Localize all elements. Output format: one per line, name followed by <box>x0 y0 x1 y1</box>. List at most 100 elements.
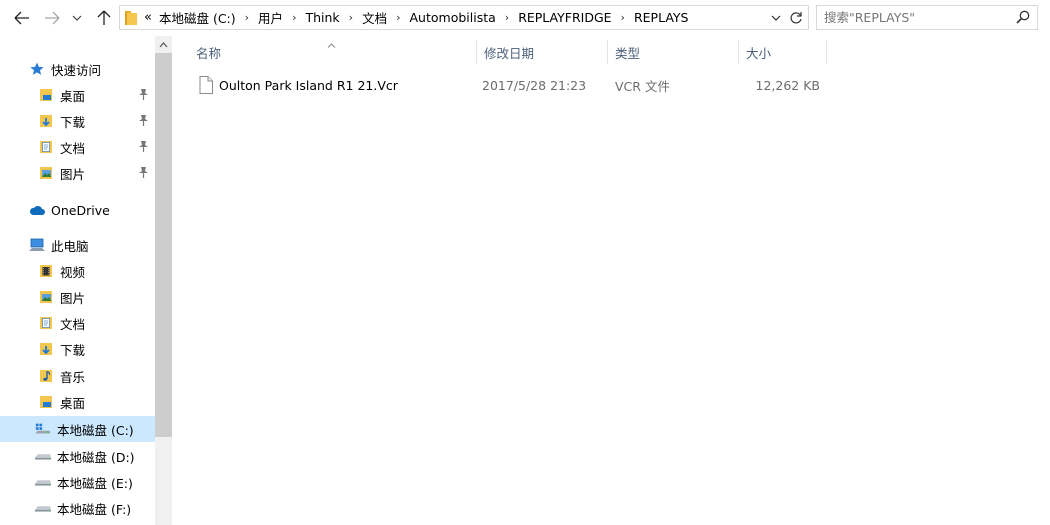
sidebar-item-documents[interactable]: 文档 <box>0 310 155 336</box>
breadcrumb-separator[interactable]: › <box>349 11 353 24</box>
music-folder-icon <box>38 368 54 384</box>
breadcrumb-item-users[interactable]: 用户 <box>257 8 284 27</box>
sidebar-item-label: 图片 <box>60 166 86 182</box>
file-size: 12,262 KB <box>755 77 820 93</box>
sidebar-item-label: 本地磁盘 (F:) <box>57 501 132 517</box>
desktop-folder-icon <box>38 87 54 103</box>
system-drive-icon <box>35 421 51 437</box>
scroll-up-button[interactable] <box>155 36 172 53</box>
column-header-date-modified[interactable]: 修改日期 <box>477 40 608 64</box>
column-header-size[interactable]: 大小 <box>739 40 827 64</box>
sidebar-item-documents-pinned[interactable]: 文档 <box>0 134 155 160</box>
arrow-up-icon <box>97 10 111 25</box>
pictures-folder-icon <box>38 289 54 305</box>
search-input[interactable] <box>824 6 1009 29</box>
sidebar-item-music[interactable]: 音乐 <box>0 363 155 389</box>
navigation-pane: 快速访问 桌面 下载 文档 图片 OneDrive 此电脑 视频 图片 文档 下… <box>0 36 172 525</box>
breadcrumb-separator[interactable]: › <box>396 11 400 24</box>
arrow-left-icon <box>14 11 29 25</box>
sidebar-item-label: 音乐 <box>60 369 86 385</box>
pin-icon[interactable] <box>138 166 149 182</box>
sidebar-item-label: 桌面 <box>60 88 86 104</box>
sidebar-item-label: 桌面 <box>60 395 86 411</box>
sidebar-item-drive-e[interactable]: 本地磁盘 (E:) <box>0 469 155 495</box>
sidebar-item-drive-c[interactable]: 本地磁盘 (C:) <box>0 416 155 442</box>
chevron-down-icon <box>72 15 82 21</box>
documents-folder-icon <box>38 139 54 155</box>
sidebar-item-pictures-pinned[interactable]: 图片 <box>0 160 155 186</box>
recent-locations-button[interactable] <box>70 6 84 30</box>
sidebar-item-label: 此电脑 <box>51 238 89 254</box>
sidebar-item-downloads[interactable]: 下载 <box>0 336 155 362</box>
sidebar-item-onedrive[interactable]: OneDrive <box>0 197 155 223</box>
pin-icon[interactable] <box>138 140 149 156</box>
drive-icon <box>35 448 51 464</box>
pin-icon[interactable] <box>138 114 149 130</box>
breadcrumb-item-documents[interactable]: 文档 <box>361 8 388 27</box>
forward-button[interactable] <box>40 6 64 30</box>
sidebar-item-pictures[interactable]: 图片 <box>0 284 155 310</box>
breadcrumb-item-automobilista[interactable]: Automobilista <box>409 10 497 25</box>
sidebar-item-downloads-pinned[interactable]: 下载 <box>0 108 155 134</box>
sidebar-item-label: 下载 <box>60 342 86 358</box>
star-icon <box>29 61 45 77</box>
sidebar-item-label: 视频 <box>60 264 86 280</box>
documents-folder-icon <box>38 315 54 331</box>
file-icon <box>199 76 213 97</box>
refresh-icon <box>790 12 802 24</box>
nav-tree: 快速访问 桌面 下载 文档 图片 OneDrive 此电脑 视频 图片 文档 下… <box>0 36 155 525</box>
downloads-folder-icon <box>38 341 54 357</box>
computer-icon <box>29 237 45 253</box>
pin-icon[interactable] <box>138 88 149 104</box>
file-row[interactable]: Oulton Park Island R1 21.Vcr 2017/5/28 2… <box>189 73 829 97</box>
breadcrumb-item-replays[interactable]: REPLAYS <box>633 10 690 25</box>
arrow-right-icon <box>45 11 60 25</box>
breadcrumb-item-replayfridge[interactable]: REPLAYFRIDGE <box>517 10 612 25</box>
column-header-name[interactable]: 名称 <box>189 40 477 64</box>
breadcrumb-separator[interactable]: › <box>505 11 509 24</box>
sidebar-item-label: 图片 <box>60 290 86 306</box>
search-box <box>816 5 1038 30</box>
desktop-folder-icon <box>38 394 54 410</box>
breadcrumb-item-drive-c[interactable]: 本地磁盘 (C:) <box>158 8 237 27</box>
sidebar-item-this-pc[interactable]: 此电脑 <box>0 232 155 258</box>
sidebar-item-label: 快速访问 <box>51 62 102 78</box>
up-button[interactable] <box>92 6 116 30</box>
folder-icon <box>124 10 138 29</box>
breadcrumb-item-think[interactable]: Think <box>304 10 340 25</box>
breadcrumb: « 本地磁盘 (C:) › 用户 › Think › 文档 › Automobi… <box>144 6 689 29</box>
address-history-dropdown[interactable] <box>767 9 785 27</box>
sidebar-item-label: 本地磁盘 (D:) <box>57 449 135 465</box>
sidebar-item-desktop[interactable]: 桌面 <box>0 389 155 415</box>
sidebar-item-label: OneDrive <box>51 202 110 218</box>
breadcrumb-separator[interactable]: › <box>245 11 249 24</box>
back-button[interactable] <box>8 6 36 30</box>
file-date-modified: 2017/5/28 21:23 <box>482 77 587 93</box>
column-header-row: 名称 修改日期 类型 大小 <box>172 40 832 64</box>
sidebar-item-drive-f[interactable]: 本地磁盘 (F:) <box>0 495 155 521</box>
chevron-up-icon <box>159 41 168 47</box>
scroll-thumb[interactable] <box>155 53 172 437</box>
sidebar-item-drive-d[interactable]: 本地磁盘 (D:) <box>0 443 155 469</box>
file-list-view: 名称 修改日期 类型 大小 Oulton Park Island R1 21.V… <box>172 36 1050 525</box>
pictures-folder-icon <box>38 165 54 181</box>
address-toolbar: « 本地磁盘 (C:) › 用户 › Think › 文档 › Automobi… <box>0 0 1050 36</box>
search-icon[interactable] <box>1016 10 1030 27</box>
breadcrumb-overflow-button[interactable]: « <box>144 10 152 25</box>
refresh-button[interactable] <box>786 8 806 28</box>
sidebar-item-videos[interactable]: 视频 <box>0 258 155 284</box>
nav-scrollbar[interactable] <box>155 36 172 525</box>
sidebar-item-label: 文档 <box>60 316 86 332</box>
sidebar-item-quick-access[interactable]: 快速访问 <box>0 56 155 82</box>
cloud-icon <box>29 202 45 218</box>
sidebar-item-label: 下载 <box>60 114 86 130</box>
sidebar-item-desktop-pinned[interactable]: 桌面 <box>0 82 155 108</box>
address-bar[interactable]: « 本地磁盘 (C:) › 用户 › Think › 文档 › Automobi… <box>119 5 809 30</box>
breadcrumb-separator[interactable]: › <box>292 11 296 24</box>
drive-icon <box>35 500 51 516</box>
drive-icon <box>35 474 51 490</box>
downloads-folder-icon <box>38 113 54 129</box>
breadcrumb-separator[interactable]: › <box>621 11 625 24</box>
column-header-type[interactable]: 类型 <box>608 40 739 64</box>
file-name: Oulton Park Island R1 21.Vcr <box>219 77 398 93</box>
